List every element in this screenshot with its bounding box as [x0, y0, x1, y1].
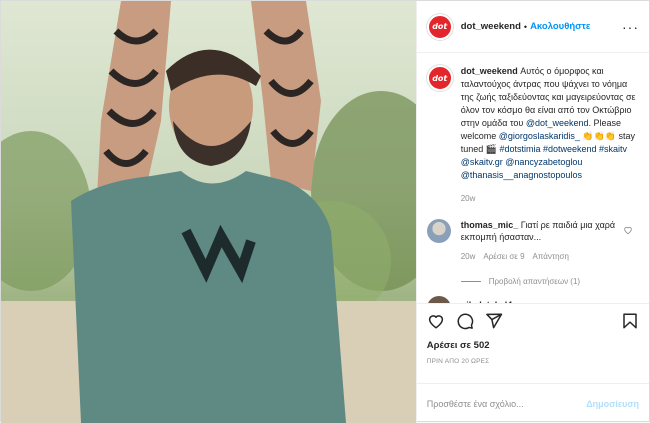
post-actions: Αρέσει σε 502 ΠΡΙΝ ΑΠΟ 20 ΩΡΕΣ [416, 303, 649, 383]
comment-text: thomas_mic_ Γιατί ρε παιδιά μια χαρά εκπ… [461, 219, 621, 243]
comment-time[interactable]: 20w [461, 251, 476, 263]
likes-count[interactable]: Αρέσει σε 502 [427, 340, 639, 351]
view-replies-button[interactable]: Προβολή απαντήσεων (1) [460, 277, 639, 286]
comments-section[interactable]: dot dot_weekend Αυτός ο όμορφος και ταλα… [417, 53, 649, 303]
mention-dot-weekend[interactable]: @dot_weekend [526, 118, 589, 128]
bookmark-icon[interactable] [621, 312, 639, 330]
comment-likes[interactable]: Αρέσει σε 9 [483, 251, 524, 263]
replies-divider [460, 281, 481, 282]
action-icons [427, 312, 639, 330]
header-username[interactable]: dot_weekend [461, 21, 521, 32]
follow-button[interactable]: Ακολουθήστε [530, 21, 590, 32]
view-replies-label: Προβολή απαντήσεων (1) [488, 277, 581, 286]
commenter2-avatar[interactable] [426, 296, 451, 303]
reply-button[interactable]: Απάντηση [533, 251, 569, 263]
comment-heart-icon[interactable] [623, 225, 633, 235]
photo-illustration [1, 1, 416, 423]
account-avatar[interactable]: dot [426, 13, 453, 40]
caption-text: dot_weekend Αυτός ο όμορφος και ταλαντού… [461, 65, 639, 182]
post-photo[interactable] [1, 1, 416, 423]
add-comment-input[interactable] [426, 398, 587, 409]
caption-username[interactable]: dot_weekend [461, 66, 518, 76]
separator-dot: • [523, 21, 528, 32]
caption-time[interactable]: 20w [461, 194, 639, 203]
mention-giorgos[interactable]: @giorgoslaskaridis_ [499, 131, 580, 141]
add-comment-bar: Δημοσίευση [416, 383, 649, 423]
comment-meta: 20w Αρέσει σε 9 Απάντηση [461, 251, 621, 263]
post-side-panel: dot dot_weekend • Ακολουθήστε ··· dot do… [415, 1, 649, 423]
instagram-post: dot dot_weekend • Ακολουθήστε ··· dot do… [0, 0, 650, 423]
comment-item-partial: nikolatakal4 [426, 296, 639, 303]
commenter-username[interactable]: thomas_mic_ [461, 220, 519, 230]
commenter-avatar[interactable] [426, 219, 451, 243]
posted-time[interactable]: ΠΡΙΝ ΑΠΟ 20 ΩΡΕΣ [427, 358, 639, 365]
comment-icon[interactable] [456, 312, 474, 330]
share-icon[interactable] [485, 312, 503, 330]
post-header: dot dot_weekend • Ακολουθήστε ··· [416, 1, 649, 53]
comment-item: thomas_mic_ Γιατί ρε παιδιά μια χαρά εκπ… [426, 219, 639, 263]
publish-button[interactable]: Δημοσίευση [586, 399, 639, 409]
caption-avatar[interactable]: dot [426, 65, 453, 91]
more-horizontal-icon[interactable]: ··· [622, 20, 639, 34]
caption: dot dot_weekend Αυτός ο όμορφος και ταλα… [426, 65, 639, 203]
heart-icon[interactable] [427, 312, 445, 330]
